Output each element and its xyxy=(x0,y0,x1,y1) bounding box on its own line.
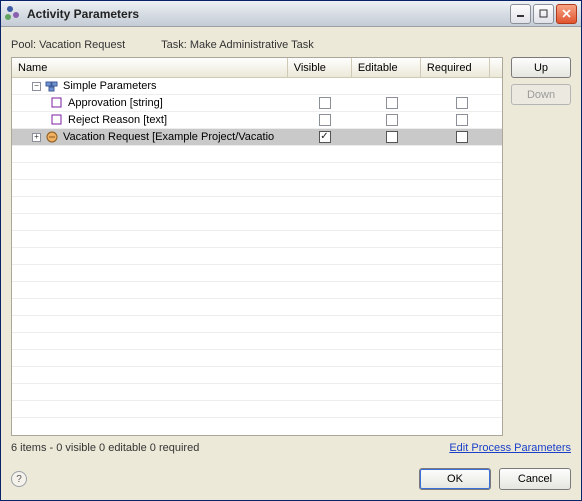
param-label: Approvation [string] xyxy=(68,97,163,109)
minimize-button[interactable] xyxy=(510,4,531,24)
maximize-button[interactable] xyxy=(533,4,554,24)
col-header-editable[interactable]: Editable xyxy=(352,58,421,77)
required-checkbox[interactable] xyxy=(456,114,468,126)
col-header-name[interactable]: Name xyxy=(12,58,288,77)
cancel-button[interactable]: Cancel xyxy=(499,468,571,490)
visible-checkbox[interactable] xyxy=(319,114,331,126)
empty-row xyxy=(12,350,502,367)
help-icon[interactable]: ? xyxy=(11,471,27,487)
parameters-table: Name Visible Editable Required − Simple … xyxy=(11,57,503,436)
empty-row xyxy=(12,265,502,282)
editable-checkbox[interactable] xyxy=(386,97,398,109)
parameter-icon xyxy=(50,97,64,109)
collapse-icon[interactable]: − xyxy=(32,82,41,91)
variable-label: Vacation Request [Example Project/Vacati… xyxy=(63,131,274,143)
param-label: Reject Reason [text] xyxy=(68,114,167,126)
edit-process-parameters-link[interactable]: Edit Process Parameters xyxy=(449,442,571,454)
empty-row xyxy=(12,197,502,214)
required-checkbox[interactable] xyxy=(456,131,468,143)
task-value: Make Administrative Task xyxy=(190,39,314,51)
meta-row: Pool: Vacation Request Task: Make Admini… xyxy=(11,39,571,51)
group-label: Simple Parameters xyxy=(63,80,157,92)
pool-value: Vacation Request xyxy=(39,39,125,51)
empty-row xyxy=(12,214,502,231)
parameter-icon xyxy=(50,114,64,126)
empty-row xyxy=(12,146,502,163)
required-checkbox[interactable] xyxy=(456,97,468,109)
table-row[interactable]: Approvation [string] xyxy=(12,95,502,112)
table-row[interactable]: Reject Reason [text] xyxy=(12,112,502,129)
visible-checkbox[interactable] xyxy=(319,97,331,109)
empty-row xyxy=(12,163,502,180)
empty-row xyxy=(12,248,502,265)
expand-icon[interactable]: + xyxy=(32,133,41,142)
empty-row xyxy=(12,299,502,316)
table-header: Name Visible Editable Required xyxy=(12,58,502,78)
empty-row xyxy=(12,384,502,401)
empty-row xyxy=(12,401,502,418)
ok-button[interactable]: OK xyxy=(419,468,491,490)
editable-checkbox[interactable] xyxy=(386,114,398,126)
close-button[interactable] xyxy=(556,4,577,24)
task-label: Task: xyxy=(161,39,187,51)
variable-icon xyxy=(45,131,59,143)
tree-group-row[interactable]: − Simple Parameters xyxy=(12,78,502,95)
window-title: Activity Parameters xyxy=(27,7,139,21)
down-button[interactable]: Down xyxy=(511,84,571,105)
col-header-visible[interactable]: Visible xyxy=(288,58,352,77)
status-text: 6 items - 0 visible 0 editable 0 require… xyxy=(11,442,449,454)
empty-row xyxy=(12,180,502,197)
empty-row xyxy=(12,231,502,248)
editable-checkbox[interactable] xyxy=(386,131,398,143)
pool-label: Pool: xyxy=(11,39,36,51)
tree-variable-row[interactable]: + Vacation Request [Example Project/Vaca… xyxy=(12,129,502,146)
col-header-required[interactable]: Required xyxy=(421,58,490,77)
up-button[interactable]: Up xyxy=(511,57,571,78)
app-icon xyxy=(5,6,21,22)
titlebar: Activity Parameters xyxy=(1,1,581,27)
empty-row xyxy=(12,282,502,299)
empty-row xyxy=(12,333,502,350)
visible-checkbox[interactable] xyxy=(319,131,331,143)
empty-row xyxy=(12,316,502,333)
group-icon xyxy=(45,80,59,92)
empty-row xyxy=(12,367,502,384)
col-header-fill xyxy=(490,58,502,77)
